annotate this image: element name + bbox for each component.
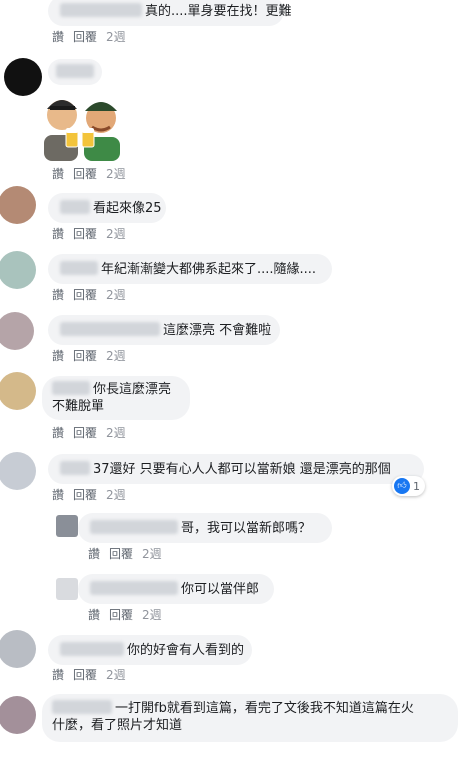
reply-link[interactable]: 回覆 — [109, 547, 133, 561]
like-link[interactable]: 讚 — [52, 288, 64, 302]
commenter-name[interactable] — [60, 3, 142, 17]
like-icon: 👍︎ — [394, 478, 410, 494]
reply-link[interactable]: 回覆 — [73, 288, 97, 302]
comment-text-line-2: 什麼，看了照片才知道 — [52, 718, 183, 733]
comment-time[interactable]: 2週 — [106, 488, 126, 502]
comment-bubble: 年紀漸漸變大都佛系起來了....隨緣.... — [48, 254, 332, 284]
comment-bubble: 一打開fb就看到這篇，看完了文後我不知道這篇在火 什麼，看了照片才知道 — [42, 694, 458, 742]
commenter-name[interactable] — [90, 581, 178, 595]
cheers-beer-sticker — [44, 100, 120, 161]
comment-actions: 讚回覆 2週 — [52, 225, 126, 242]
like-link[interactable]: 讚 — [88, 608, 100, 622]
reply-link[interactable]: 回覆 — [73, 668, 97, 682]
commenter-name[interactable] — [90, 520, 178, 534]
comment-text: 你可以當伴郎 — [181, 582, 260, 597]
comment-text: 真的....單身要在找！更難 — [145, 4, 292, 19]
reply-link[interactable]: 回覆 — [73, 426, 97, 440]
comment-bubble — [48, 59, 102, 85]
avatar[interactable] — [4, 58, 42, 96]
comment-time[interactable]: 2週 — [106, 167, 126, 181]
reply-link[interactable]: 回覆 — [109, 608, 133, 622]
comment-bubble: 看起來像25 — [48, 193, 166, 223]
commenter-name[interactable] — [60, 200, 90, 214]
commenter-name[interactable] — [60, 261, 98, 275]
reply-link[interactable]: 回覆 — [73, 488, 97, 502]
comment-bubble: 37還好 只要有心人人都可以當新娘 還是漂亮的那個 — [48, 454, 424, 484]
like-link[interactable]: 讚 — [88, 547, 100, 561]
comment-time[interactable]: 2週 — [142, 608, 162, 622]
comment-time[interactable]: 2週 — [106, 288, 126, 302]
comment-actions: 讚回覆 2週 — [52, 486, 126, 503]
comment-bubble: 你的好會有人看到的 — [48, 635, 252, 665]
comment-text: 年紀漸漸變大都佛系起來了....隨緣.... — [101, 262, 317, 277]
comment-text: 看起來像25 — [93, 201, 162, 216]
reply-link[interactable]: 回覆 — [73, 349, 97, 363]
like-link[interactable]: 讚 — [52, 167, 64, 181]
avatar[interactable] — [0, 312, 34, 350]
like-link[interactable]: 讚 — [52, 426, 64, 440]
commenter-name[interactable] — [52, 381, 90, 395]
comment-actions: 讚回覆 2週 — [52, 347, 126, 364]
comment-text: 37還好 只要有心人人都可以當新娘 還是漂亮的那個 — [93, 462, 391, 477]
comment-text-line-1: 一打開fb就看到這篇，看完了文後我不知道這篇在火 — [115, 701, 414, 716]
comment-text: 這麼漂亮 不會難啦 — [163, 323, 272, 338]
avatar[interactable] — [56, 515, 78, 537]
comment-bubble: 你長這麼漂亮 不難脫單 — [42, 376, 190, 420]
reply-link[interactable]: 回覆 — [73, 167, 97, 181]
reply-link[interactable]: 回覆 — [73, 227, 97, 241]
comment-actions: 讚回覆 2週 — [52, 666, 126, 683]
avatar[interactable] — [0, 186, 36, 224]
like-link[interactable]: 讚 — [52, 30, 64, 44]
comment-actions: 讚回覆 2週 — [52, 28, 126, 45]
comment-time[interactable]: 2週 — [106, 349, 126, 363]
comment-time[interactable]: 2週 — [106, 426, 126, 440]
comment-time[interactable]: 2週 — [106, 227, 126, 241]
comment-bubble: 真的....單身要在找！更難 — [48, 0, 292, 26]
comment-time[interactable]: 2週 — [106, 30, 126, 44]
like-link[interactable]: 讚 — [52, 668, 64, 682]
commenter-name[interactable] — [60, 461, 90, 475]
comment-actions: 讚回覆 2週 — [52, 424, 126, 441]
comment-actions: 讚回覆 2週 — [52, 286, 126, 303]
commenter-name[interactable] — [56, 64, 94, 78]
reaction-number: 1 — [413, 479, 420, 493]
like-link[interactable]: 讚 — [52, 227, 64, 241]
comment-bubble: 哥，我可以當新郎嗎？ — [78, 513, 332, 543]
comment-text-line-1: 你長這麼漂亮 — [93, 382, 172, 397]
reaction-count[interactable]: 👍︎ 1 — [392, 476, 425, 496]
comment-bubble: 這麼漂亮 不會難啦 — [48, 315, 280, 345]
comment-text-line-2: 不難脫單 — [52, 399, 105, 414]
comment-actions: 讚回覆 2週 — [88, 545, 162, 562]
avatar[interactable] — [0, 452, 36, 490]
comment-actions: 讚回覆 2週 — [52, 165, 126, 182]
comment-text: 哥，我可以當新郎嗎？ — [181, 521, 312, 536]
comment-time[interactable]: 2週 — [142, 547, 162, 561]
commenter-name[interactable] — [60, 322, 160, 336]
like-link[interactable]: 讚 — [52, 349, 64, 363]
avatar[interactable] — [56, 578, 78, 600]
like-link[interactable]: 讚 — [52, 488, 64, 502]
comment-actions: 讚回覆 2週 — [88, 606, 162, 623]
avatar[interactable] — [0, 372, 36, 410]
avatar[interactable] — [0, 251, 36, 289]
commenter-name[interactable] — [52, 700, 112, 714]
comment-bubble: 你可以當伴郎 — [78, 574, 274, 604]
comment-text: 你的好會有人看到的 — [127, 643, 245, 658]
reply-link[interactable]: 回覆 — [73, 30, 97, 44]
commenter-name[interactable] — [60, 642, 124, 656]
comment-time[interactable]: 2週 — [106, 668, 126, 682]
avatar[interactable] — [0, 696, 36, 734]
avatar[interactable] — [0, 630, 36, 668]
